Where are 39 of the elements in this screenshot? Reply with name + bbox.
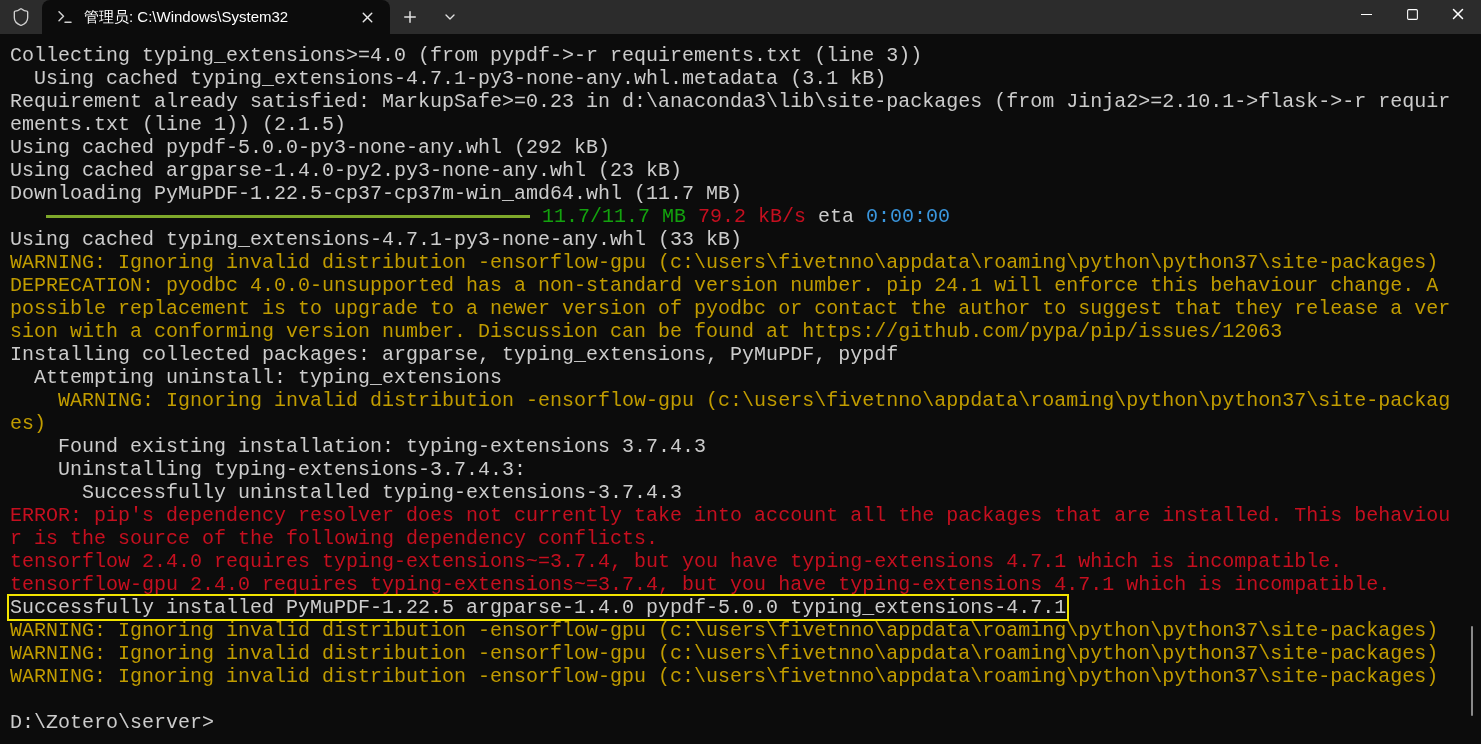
output-line: Installing collected packages: argparse, typing_extensions, PyMuPDF, pypdf	[10, 343, 899, 366]
output-line: Downloading PyMuPDF-1.22.5-cp37-cp37m-win_amd64.whl (11.7 MB)	[10, 182, 743, 205]
scrollbar-thumb[interactable]	[1471, 626, 1473, 716]
maximize-icon	[1405, 7, 1419, 21]
output-line: es)	[10, 412, 46, 435]
progress-text: eta	[818, 205, 855, 228]
output-line: r is the source of the following dependency conflicts.	[10, 527, 659, 550]
output-line: Using cached pypdf-5.0.0-py3-none-any.whl (292 kB)	[10, 136, 611, 159]
console-icon	[56, 8, 74, 26]
output-line: Collecting typing_extensions>=4.0 (from pypdf->-r requirements.txt (line 3))	[10, 44, 923, 67]
output-line: WARNING: Ignoring invalid distribution -ensorflow-gpu (c:\users\fivetnno\appdata\roaming\python\python37\site-packages)	[10, 665, 1439, 688]
output-line: sion with a conforming version number. Discussion can be found at https://github.com/pypa/pip/issues/12063	[10, 320, 1283, 343]
output-line: Using cached argparse-1.4.0-py2.py3-none-any.whl (23 kB)	[10, 159, 683, 182]
output-line: WARNING: Ignoring invalid distribution -ensorflow-gpu (c:\users\fivetnno\appdata\roaming\python\python37\site-packages)	[10, 642, 1439, 665]
output-line: tensorflow 2.4.0 requires typing-extensions~=3.7.4, but you have typing-extensions 4.7.1 which is incompatible.	[10, 550, 1343, 573]
output-line: WARNING: Ignoring invalid distribution -ensorflow-gpu (c:\users\fivetnno\appdata\roaming\python\python37\site-packages)	[10, 251, 1439, 274]
output-line: Using cached typing_extensions-4.7.1-py3-none-any.whl (33 kB)	[10, 228, 743, 251]
output-line: DEPRECATION: pyodbc 4.0.0-unsupported has a non-standard version number. pip 24.1 will enforce this behaviour change. A	[10, 274, 1439, 297]
output-line: Successfully uninstalled typing-extensions-3.7.4.3	[81, 481, 683, 504]
plus-icon	[401, 8, 419, 26]
output-line: D:\Zotero\server>	[10, 711, 215, 734]
output-line: Using cached typing_extensions-4.7.1-py3-none-any.whl.metadata (3.1 kB)	[33, 67, 887, 90]
output-line: WARNING: Ignoring invalid distribution -ensorflow-gpu (c:\users\fivetnno\appdata\roaming\python\python37\site-packag	[57, 389, 1451, 412]
output-line: possible replacement is to upgrade to a newer version of pyodbc or contact the author to suggest that they release a ver	[10, 297, 1451, 320]
output-line: Found existing installation: typing-extensions 3.7.4.3	[57, 435, 707, 458]
progress-text: 0:00:00	[866, 205, 951, 228]
output-line: tensorflow-gpu 2.4.0 requires typing-extensions~=3.7.4, but you have typing-extensions 4.7.1 which is incompatible.	[10, 573, 1391, 596]
output-line: WARNING: Ignoring invalid distribution -ensorflow-gpu (c:\users\fivetnno\appdata\roaming\python\python37\site-packages)	[10, 619, 1439, 642]
shield-icon	[11, 7, 31, 27]
progress-text: 11.7/11.7 MB	[542, 205, 687, 228]
minimize-icon	[1360, 13, 1372, 15]
terminal-tab[interactable]: 管理员: C:\Windows\System32	[42, 0, 390, 34]
output-line: Uninstalling typing-extensions-3.7.4.3:	[57, 458, 527, 481]
output-line: ERROR: pip's dependency resolver does not currently take into account all the packages that are installed. This behaviou	[10, 504, 1451, 527]
progress-text: 79.2 kB/s	[698, 205, 807, 228]
output-line: Attempting uninstall: typing_extensions	[33, 366, 503, 389]
highlighted-output-line: Successfully installed PyMuPDF-1.22.5 argparse-1.4.0 pypdf-5.0.0 typing_extensions-4.7.1	[9, 596, 1068, 619]
output-line: ements.txt (line 1)) (2.1.5)	[10, 113, 347, 136]
output-line: Requirement already satisfied: MarkupSafe>=0.23 in d:\anaconda3\lib\site-packages (from Jinja2>=2.10.1->flask->-r requir	[10, 90, 1451, 113]
